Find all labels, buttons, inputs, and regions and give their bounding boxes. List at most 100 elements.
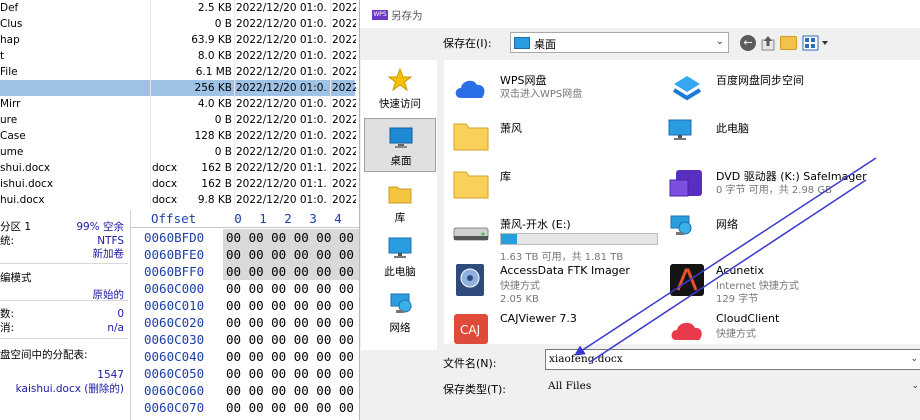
file-item[interactable]: CAJ CAJViewer 7.3 <box>448 304 668 344</box>
file-row[interactable]: Case 128 KB 2022/12/20 01:0... 2022 <box>0 128 356 144</box>
hex-bytes: 00 00 00 00 00 00 <box>226 298 354 313</box>
hex-bytes: 00 00 00 00 00 00 <box>226 383 354 398</box>
hex-row[interactable]: 0060BFE0 00 00 00 00 00 00 <box>131 246 360 263</box>
info-label: 统: <box>0 235 15 247</box>
file-item-name: Acunetix <box>716 264 764 277</box>
file-row[interactable]: Def 2.5 KB 2022/12/20 01:0... 2022 <box>0 0 356 16</box>
file-date-secondary: 2022 <box>332 82 356 94</box>
info-row: 编模式 <box>0 271 128 285</box>
file-item[interactable]: 库 <box>448 160 668 208</box>
info-row: 统: NTFS <box>0 234 128 248</box>
folder-icon <box>452 118 490 154</box>
save-in-dropdown[interactable]: 桌面 ⌄ <box>510 32 729 53</box>
file-item[interactable]: AccessData FTK Imager 快捷方式 2.05 KB <box>448 256 668 305</box>
file-name: Mirr <box>0 98 21 110</box>
cajviewer-icon: CAJ <box>452 310 490 344</box>
file-row[interactable]: ume 0 B 2022/12/20 01:0... 2022 <box>0 144 356 160</box>
dialog-titlebar: WPS 另存为 <box>360 0 920 28</box>
file-item[interactable]: DVD 驱动器 (K:) SafeImager 0 字节 可用，共 2.98 GB <box>664 160 884 208</box>
file-date-secondary: 2022 <box>332 114 356 126</box>
file-row[interactable]: shui.docx docx 162 B 2022/12/20 01:1... 2022 <box>0 160 356 176</box>
file-date: 2022/12/20 01:0... <box>236 66 328 78</box>
file-item[interactable]: Acunetix Internet 快捷方式 129 字节 <box>664 256 884 305</box>
place-label: 桌面 <box>390 155 412 167</box>
place-computer[interactable]: 此电脑 <box>364 230 436 284</box>
file-item[interactable]: WPS网盘 双击进入WPS网盘 <box>448 64 668 112</box>
hex-row[interactable]: 0060C060 00 00 00 00 00 00 <box>131 382 360 399</box>
filename-input[interactable]: xiaofeng.docx ⌄ <box>545 349 920 370</box>
file-name: ishui.docx <box>0 178 54 190</box>
hex-row[interactable]: 0060C020 00 00 00 00 00 00 <box>131 314 360 331</box>
cloudclient-icon <box>668 310 706 344</box>
info-row: 1547 <box>0 368 128 382</box>
file-date-secondary: 2022 <box>332 162 356 174</box>
hex-column-header: 2 <box>284 211 292 226</box>
info-value: 1547 <box>97 369 124 381</box>
file-item-name: 萧风 <box>500 122 522 135</box>
hex-row[interactable]: 0060C010 00 00 00 00 00 00 <box>131 297 360 314</box>
hex-row[interactable]: 0060C000 00 00 00 00 00 00 <box>131 280 360 297</box>
back-button[interactable]: ← <box>740 35 756 51</box>
file-date: 2022/12/20 01:1... <box>236 162 328 174</box>
file-date-secondary: 2022 <box>332 2 356 14</box>
file-row[interactable]: ishui.docx docx 162 B 2022/12/20 01:1... 202… <box>0 176 356 192</box>
hex-column-header: 1 <box>259 211 267 226</box>
file-row[interactable]: Mirr 4.0 KB 2022/12/20 01:0... 2022 <box>0 96 356 112</box>
file-item[interactable]: 百度网盘同步空间 <box>664 64 884 112</box>
info-row: 盘空间中的分配表: <box>0 348 128 362</box>
svg-text:CAJ: CAJ <box>460 323 480 337</box>
dialog-title: 另存为 <box>391 10 423 22</box>
file-date: 2022/12/20 01:0... <box>236 34 328 46</box>
view-grid-icon <box>802 35 828 51</box>
file-row[interactable]: t 8.0 KB 2022/12/20 01:0... 2022 <box>0 48 356 64</box>
folder-icon <box>452 166 490 202</box>
file-size: 8.0 KB <box>197 50 232 62</box>
up-folder-button[interactable] <box>760 34 776 52</box>
new-folder-button[interactable] <box>780 36 797 50</box>
chevron-down-icon: ⌄ <box>715 36 724 47</box>
file-row[interactable]: hap 63.9 KB 2022/12/20 01:0... 2022 <box>0 32 356 48</box>
info-row: kaishui.docx (删除的) <box>0 382 128 396</box>
info-label: 编模式 <box>0 272 32 284</box>
file-item-name: 网络 <box>716 218 738 231</box>
hex-row[interactable]: 0060BFD0 00 00 00 00 00 00 <box>131 229 360 246</box>
file-row[interactable]: File 6.1 MB 2022/12/20 01:0... 2022 <box>0 64 356 80</box>
file-item[interactable]: CloudClient 快捷方式 <box>664 304 884 344</box>
place-label: 网络 <box>389 322 411 334</box>
file-date-secondary: 2022 <box>332 34 356 46</box>
file-row[interactable]: 256 KB 2022/12/20 01:0... 2022 <box>0 80 356 96</box>
file-row[interactable]: hui.docx docx 9.8 KB 2022/12/20 01:0... 2022 <box>0 192 356 208</box>
file-item[interactable]: 网络 <box>664 208 884 256</box>
hex-bytes: 00 00 00 00 00 00 <box>226 332 354 347</box>
file-item[interactable]: 萧风 <box>448 112 668 160</box>
hex-row[interactable]: 0060C040 00 00 00 00 00 00 <box>131 348 360 365</box>
place-star[interactable]: 快速访问 <box>364 62 436 116</box>
place-network[interactable]: 网络 <box>364 286 436 340</box>
file-row[interactable]: Clus 0 B 2022/12/20 01:0... 2022 <box>0 16 356 32</box>
view-menu-button[interactable] <box>802 35 830 51</box>
hex-offset: 0060C030 <box>144 332 205 347</box>
info-separator <box>0 263 128 264</box>
place-library-folder[interactable]: 库 <box>364 176 436 230</box>
file-row[interactable]: ure 0 B 2022/12/20 01:0... 2022 <box>0 112 356 128</box>
computer-icon <box>388 236 412 260</box>
file-date-secondary: 2022 <box>332 130 356 142</box>
file-date-secondary: 2022 <box>332 178 356 190</box>
filetype-dropdown[interactable]: All Files ⌄ <box>545 376 920 396</box>
place-label: 快速访问 <box>379 98 421 110</box>
info-label: 分区 1 <box>0 221 32 233</box>
filetype-label: 保存类型(T): <box>443 383 507 396</box>
place-desktop[interactable]: 桌面 <box>364 118 436 172</box>
file-date-secondary: 2022 <box>332 146 356 158</box>
file-item[interactable]: 此电脑 <box>664 112 884 160</box>
column-divider <box>234 0 235 208</box>
hex-row[interactable]: 0060BFF0 00 00 00 00 00 00 <box>131 263 360 280</box>
hex-row[interactable]: 0060C050 00 00 00 00 00 00 <box>131 365 360 382</box>
file-item[interactable]: 萧风-开水 (E:) 1.63 TB 可用，共 1.81 TB <box>448 208 668 263</box>
file-date: 2022/12/20 01:0... <box>236 50 328 62</box>
file-name: Clus <box>0 18 23 30</box>
file-date: 2022/12/20 01:0... <box>236 18 328 30</box>
hex-row[interactable]: 0060C030 00 00 00 00 00 00 <box>131 331 360 348</box>
info-row: 新加卷 <box>0 247 128 261</box>
hex-row[interactable]: 0060C070 00 00 00 00 00 00 <box>131 399 360 416</box>
